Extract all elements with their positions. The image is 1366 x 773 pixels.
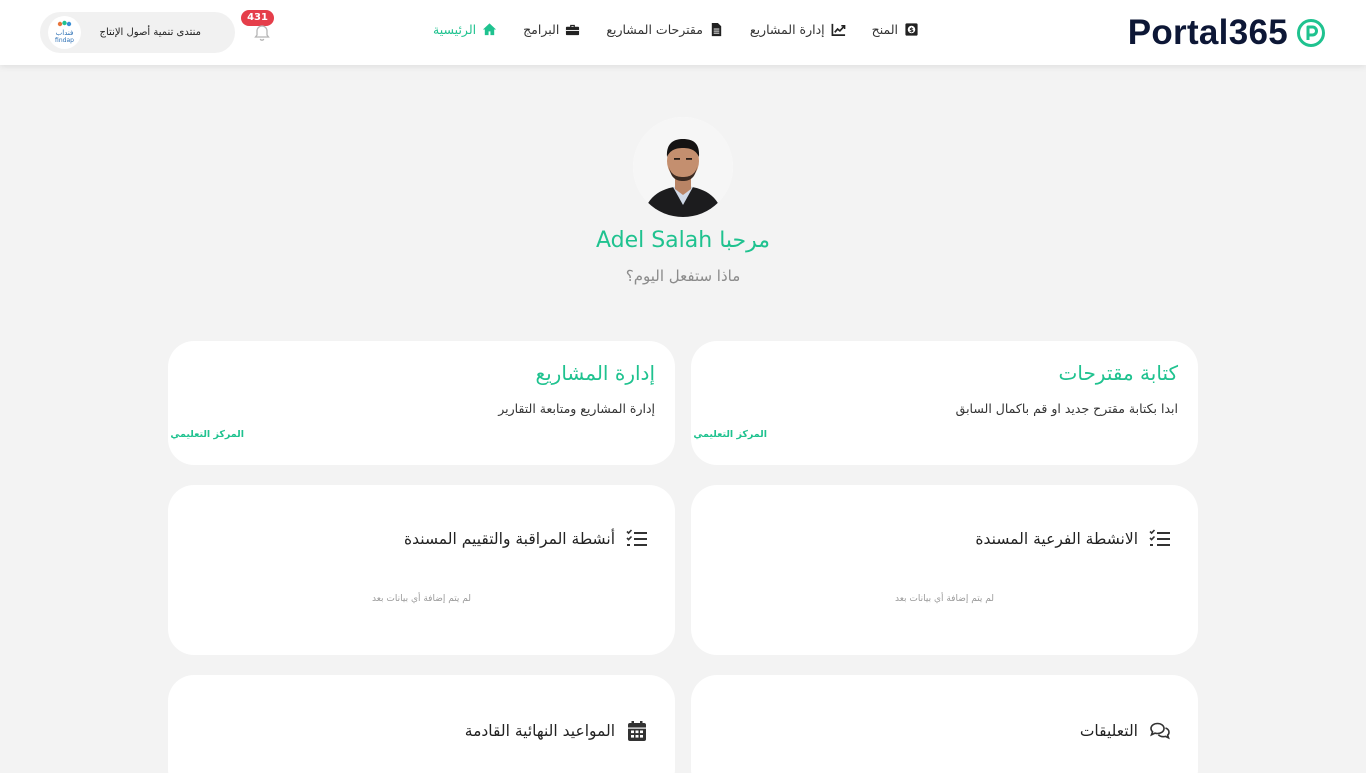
chart-line-icon xyxy=(831,23,845,36)
card-manage-projects-title: إدارة المشاريع xyxy=(535,361,655,385)
nav-programs[interactable]: البرامج xyxy=(523,22,580,37)
briefcase-icon xyxy=(566,24,580,36)
card-monitoring-title: أنشطة المراقبة والتقييم المسندة xyxy=(404,530,615,548)
nav-grants-label: المنح xyxy=(871,22,898,37)
nav-grants[interactable]: $ المنح xyxy=(872,22,919,37)
nav-home[interactable]: الرئيسية xyxy=(433,22,497,37)
nav-proposals[interactable]: مقترحات المشاريع xyxy=(606,22,724,37)
card-sub-activities-header: الانشطة الفرعية المسندة xyxy=(975,527,1172,551)
card-deadlines-title: المواعيد النهائية القادمة xyxy=(464,722,615,740)
nav-home-label: الرئيسية xyxy=(433,22,477,37)
welcome-subtitle: ماذا ستفعل اليوم؟ xyxy=(625,267,741,285)
money-bag-icon: $ xyxy=(905,23,918,36)
learning-center-link[interactable]: المركز التعليمي xyxy=(170,429,244,440)
bell-icon[interactable] xyxy=(252,23,272,43)
organization-name: منتدى تنمية أصول الإنتاج xyxy=(99,27,201,38)
findap-logo-icon: فنداب findap xyxy=(55,20,74,44)
card-monitoring-header: أنشطة المراقبة والتقييم المسندة xyxy=(404,527,649,551)
file-icon xyxy=(711,22,722,37)
main-nav: الرئيسية البرامج مقترحات المشاريع إدارة … xyxy=(433,22,919,37)
card-write-proposals[interactable]: كتابة مقترحات ابدا بكتابة مقترح جديد او … xyxy=(691,341,1198,465)
card-manage-projects[interactable]: إدارة المشاريع إدارة المشاريع ومتابعة ال… xyxy=(168,341,675,465)
empty-state-text: لم يتم إضافة أي بيانات بعد xyxy=(371,594,472,604)
empty-state-text: لم يتم إضافة أي بيانات بعد xyxy=(894,594,995,604)
organization-logo: فنداب findap xyxy=(48,16,81,49)
card-sub-activities: الانشطة الفرعية المسندة لم يتم إضافة أي … xyxy=(691,485,1198,655)
learning-center-link[interactable]: المركز التعليمي xyxy=(693,429,767,440)
svg-text:$: $ xyxy=(909,26,914,34)
card-write-proposals-desc: ابدا بكتابة مقترح جديد او قم باكمال السا… xyxy=(955,401,1178,416)
welcome-heading: مرحبا Adel Salah xyxy=(595,228,771,253)
card-comments-title: التعليقات xyxy=(1079,722,1138,740)
card-comments: التعليقات xyxy=(691,675,1198,773)
card-write-proposals-title: كتابة مقترحات xyxy=(1058,361,1178,385)
portal-logo[interactable]: Portal365 xyxy=(1128,12,1326,54)
card-monitoring-activities: أنشطة المراقبة والتقييم المسندة لم يتم إ… xyxy=(168,485,675,655)
nav-project-management[interactable]: إدارة المشاريع xyxy=(750,22,846,37)
org-logo-ar-text: فنداب xyxy=(56,29,74,37)
card-sub-activities-title: الانشطة الفرعية المسندة xyxy=(975,530,1138,548)
calendar-icon xyxy=(628,721,646,741)
task-list-icon xyxy=(1149,529,1170,546)
organization-switcher[interactable]: منتدى تنمية أصول الإنتاج فنداب findap xyxy=(40,12,235,53)
nav-project-management-label: إدارة المشاريع xyxy=(749,22,825,37)
home-icon xyxy=(483,23,497,36)
user-avatar[interactable] xyxy=(633,117,733,217)
top-header: Portal365 الرئيسية البرامج مقترحات المشا… xyxy=(0,0,1366,65)
card-manage-projects-desc: إدارة المشاريع ومتابعة التقارير xyxy=(498,401,655,416)
card-upcoming-deadlines: المواعيد النهائية القادمة xyxy=(168,675,675,773)
avatar-photo xyxy=(633,117,733,217)
logo-text: Portal365 xyxy=(1127,13,1288,52)
task-list-icon xyxy=(626,529,647,546)
comments-icon xyxy=(1150,722,1170,740)
card-comments-header: التعليقات xyxy=(1080,719,1172,743)
logo-mark-icon xyxy=(1297,19,1325,47)
card-deadlines-header: المواعيد النهائية القادمة xyxy=(465,719,649,743)
nav-proposals-label: مقترحات المشاريع xyxy=(606,22,703,37)
nav-programs-label: البرامج xyxy=(523,22,560,37)
org-logo-en-text: findap xyxy=(55,37,74,44)
